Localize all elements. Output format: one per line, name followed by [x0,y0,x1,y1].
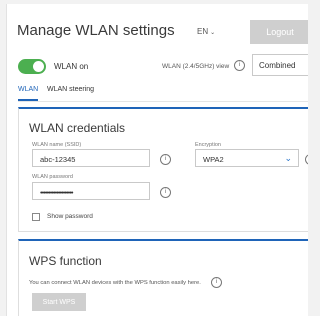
ssid-label: WLAN name (SSID) [32,142,82,148]
tab-wlan-steering[interactable]: WLAN steering [47,86,94,93]
toggle-knob [33,61,44,72]
ssid-info-icon[interactable]: i [160,154,171,165]
wps-info-icon[interactable]: i [211,277,222,288]
chevron-down-icon: ⌄ [284,153,292,163]
start-wps-button[interactable]: Start WPS [32,293,86,311]
wlan-on-label: WLAN on [54,62,89,71]
credentials-title: WLAN credentials [29,121,126,135]
wps-card: WPS function You can connect WLAN device… [18,239,308,316]
encryption-value: WPA2 [203,155,224,164]
wlan-settings-page: Manage WLAN settings EN ⌄ Logout WLAN on … [6,4,308,316]
encryption-select[interactable]: WPA2 ⌄ [195,149,299,167]
wlan-credentials-card: WLAN credentials WLAN name (SSID) abc-12… [18,107,308,232]
tab-wlan[interactable]: WLAN [18,86,38,93]
encryption-label: Encryption [195,142,221,148]
wlan-view-select[interactable]: Combined ⌄ [252,54,308,76]
language-label: EN [197,27,209,36]
tab-divider [18,101,308,102]
chevron-down-icon: ⌄ [210,30,216,36]
logout-button[interactable]: Logout [250,20,308,44]
wlan-view-value: Combined [259,61,296,70]
ssid-input[interactable]: abc-12345 [32,149,150,167]
wps-title: WPS function [29,254,102,268]
info-icon[interactable]: i [234,60,245,71]
show-password-label[interactable]: Show password [47,213,93,220]
language-selector[interactable]: EN ⌄ [197,27,215,36]
password-info-icon[interactable]: i [160,187,171,198]
page-title: Manage WLAN settings [17,22,175,39]
show-password-checkbox[interactable] [32,213,40,221]
wps-description: You can connect WLAN devices with the WP… [29,280,201,286]
encryption-info-icon[interactable]: i [305,154,308,165]
wlan-toggle[interactable] [18,59,46,74]
password-label: WLAN password [32,174,73,180]
wlan-view-label: WLAN (2.4/5GHz) view [162,63,230,70]
password-input[interactable]: •••••••••••••••••••• [32,182,150,200]
